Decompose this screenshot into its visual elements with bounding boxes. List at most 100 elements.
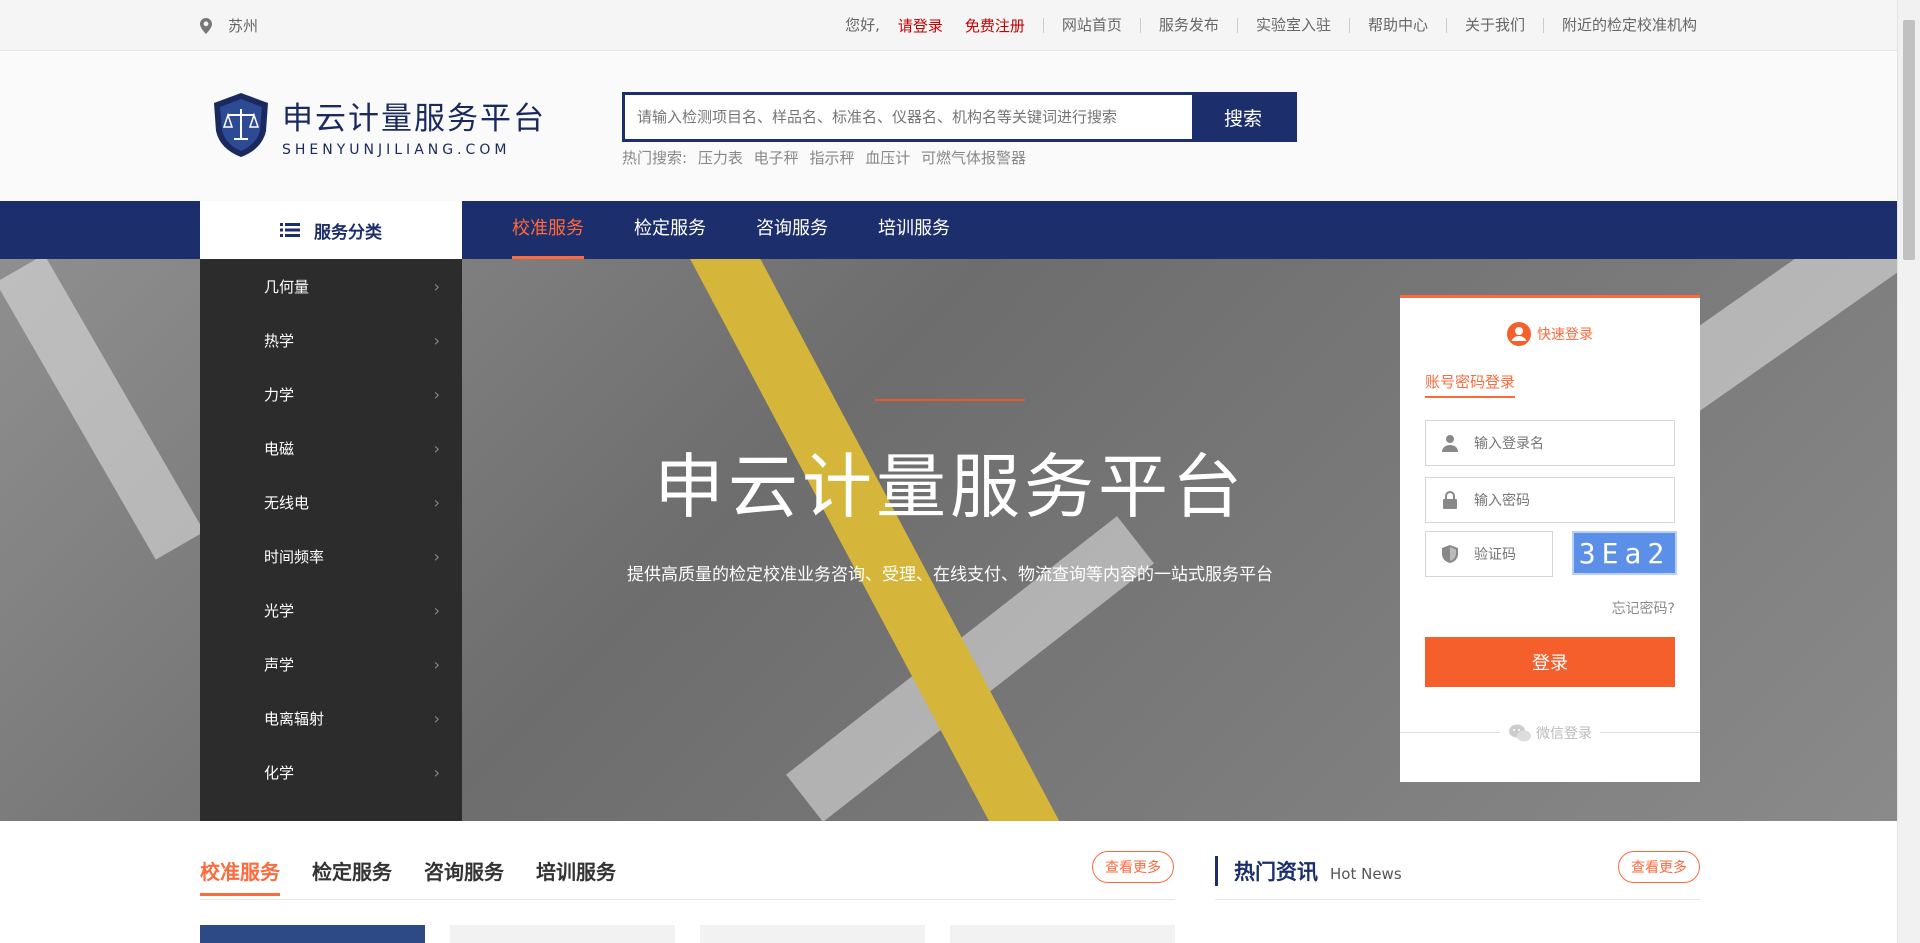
tab-calibration[interactable]: 校准服务	[512, 201, 584, 259]
banner-slogan: 申云计量服务平台 提供高质量的检定校准业务咨询、受理、在线支付、物流查询等内容的…	[600, 399, 1300, 585]
list-icon	[280, 223, 300, 237]
category-label: 化学	[264, 763, 295, 782]
service-card[interactable]	[200, 925, 425, 943]
wechat-login-link[interactable]: 微信登录	[1502, 723, 1598, 743]
news-more-button[interactable]: 查看更多	[1618, 851, 1700, 883]
wechat-login-label: 微信登录	[1536, 726, 1592, 742]
category-item[interactable]: 几何量 ›	[200, 259, 462, 313]
service-card[interactable]	[700, 925, 925, 943]
category-item[interactable]: 声学 ›	[200, 637, 462, 691]
wechat-login-row: 微信登录	[1400, 723, 1700, 743]
category-item[interactable]: 电磁 ›	[200, 421, 462, 475]
category-label: 时间频率	[264, 547, 325, 566]
tab-training-service[interactable]: 培训服务	[536, 856, 616, 896]
slogan-divider	[875, 399, 1025, 401]
hot-term[interactable]: 可燃气体报警器	[921, 149, 1026, 167]
tab-consulting-service[interactable]: 咨询服务	[424, 856, 504, 896]
tab-calibration-service[interactable]: 校准服务	[200, 856, 280, 896]
tab-verification-service[interactable]: 检定服务	[312, 856, 392, 896]
hot-label: 热门搜索:	[622, 149, 688, 167]
chevron-right-icon: ›	[433, 546, 440, 566]
news-title: 热门资讯	[1234, 860, 1318, 884]
login-link[interactable]: 请登录	[898, 15, 953, 36]
chevron-right-icon: ›	[433, 762, 440, 782]
hot-term[interactable]: 压力表	[698, 149, 743, 167]
user-icon	[1442, 435, 1458, 452]
link-nearby[interactable]: 附近的检定校准机构	[1542, 18, 1697, 33]
link-home[interactable]: 网站首页	[1042, 18, 1140, 33]
divider	[200, 899, 1175, 900]
top-bar: 苏州 您好, 请登录 免费注册 网站首页 服务发布 实验室入驻 帮助中心 关于我…	[0, 0, 1897, 51]
hot-term[interactable]: 指示秤	[809, 149, 854, 167]
captcha-image[interactable]: 3Ea2	[1572, 531, 1677, 575]
captcha-input[interactable]	[1474, 546, 1544, 562]
category-label: 几何量	[264, 277, 310, 296]
lock-icon	[1443, 491, 1457, 509]
hero-banner: 几何量 › 热学 › 力学 › 电磁 › 无线电 › 时间频率 › 光学 › 声学 › 电离辐射…	[0, 259, 1897, 821]
username-field	[1425, 420, 1675, 466]
forgot-password-link[interactable]: 忘记密码?	[1612, 598, 1675, 618]
password-input[interactable]	[1474, 492, 1654, 508]
logo[interactable]: 申云计量服务平台 SHENYUNJILIANG.COM	[210, 91, 546, 159]
category-item[interactable]: 时间频率 ›	[200, 529, 462, 583]
main-nav: 服务分类 校准服务 检定服务 咨询服务 培训服务	[0, 201, 1897, 259]
scrollbar-thumb[interactable]	[1903, 20, 1915, 260]
login-panel: 快速登录 账号密码登录 3Ea2 忘记密码? 登录 微信登录	[1400, 295, 1700, 782]
category-item[interactable]: 化学 ›	[200, 745, 462, 799]
service-card[interactable]	[950, 925, 1175, 943]
link-lab-join[interactable]: 实验室入驻	[1236, 18, 1349, 33]
services-more-button[interactable]: 查看更多	[1092, 851, 1174, 883]
category-label: 力学	[264, 385, 295, 404]
category-item[interactable]: 光学 ›	[200, 583, 462, 637]
location[interactable]: 苏州	[200, 15, 258, 36]
nav-tabs: 校准服务 检定服务 咨询服务 培训服务	[512, 201, 1000, 259]
logo-subtitle: SHENYUNJILIANG.COM	[282, 141, 511, 158]
search-input[interactable]	[625, 95, 1192, 139]
link-about[interactable]: 关于我们	[1445, 18, 1543, 33]
chevron-right-icon: ›	[433, 384, 440, 404]
category-label: 电离辐射	[264, 709, 325, 728]
banner-subtitle: 提供高质量的检定校准业务咨询、受理、在线支付、物流查询等内容的一站式服务平台	[627, 565, 1273, 585]
banner-ruler-graphic	[0, 259, 205, 560]
tab-consulting[interactable]: 咨询服务	[756, 201, 828, 259]
category-label: 电磁	[264, 439, 295, 458]
chevron-right-icon: ›	[433, 600, 440, 620]
category-list: 几何量 › 热学 › 力学 › 电磁 › 无线电 › 时间频率 › 光学 › 声学 › 电离辐射…	[200, 259, 462, 821]
user-avatar-icon	[1507, 322, 1531, 346]
category-item[interactable]: 热学 ›	[200, 313, 462, 367]
shield-icon	[1442, 545, 1458, 563]
news-title-en: Hot News	[1330, 865, 1402, 883]
divider	[1215, 899, 1700, 900]
top-links: 您好, 请登录 免费注册 网站首页 服务发布 实验室入驻 帮助中心 关于我们 附…	[845, 15, 1697, 36]
login-button[interactable]: 登录	[1425, 637, 1675, 687]
category-item[interactable]: 无线电 ›	[200, 475, 462, 529]
quick-login-title: 快速登录	[1537, 327, 1593, 343]
scrollbar[interactable]	[1897, 0, 1920, 943]
register-link[interactable]: 免费注册	[953, 15, 1043, 36]
chevron-right-icon: ›	[433, 276, 440, 296]
search-button[interactable]: 搜索	[1192, 95, 1294, 139]
divider	[1600, 732, 1700, 733]
link-publish[interactable]: 服务发布	[1139, 18, 1237, 33]
tab-verification[interactable]: 检定服务	[634, 201, 706, 259]
service-card[interactable]	[450, 925, 675, 943]
category-title: 服务分类	[314, 222, 382, 243]
search-bar: 搜索	[622, 92, 1297, 142]
hot-term[interactable]: 电子秤	[754, 149, 799, 167]
category-label: 光学	[264, 601, 295, 620]
logo-title: 申云计量服务平台	[282, 100, 546, 137]
category-item[interactable]: 电离辐射 ›	[200, 691, 462, 745]
city-label: 苏州	[228, 17, 259, 35]
link-help[interactable]: 帮助中心	[1348, 18, 1446, 33]
location-pin-icon	[200, 17, 212, 34]
username-input[interactable]	[1474, 435, 1654, 451]
category-label: 热学	[264, 331, 295, 350]
scales-shield-icon	[214, 93, 268, 157]
category-item[interactable]: 力学 ›	[200, 367, 462, 421]
tab-account-login[interactable]: 账号密码登录	[1425, 371, 1516, 398]
category-header[interactable]: 服务分类	[200, 201, 462, 259]
wechat-icon	[1509, 724, 1531, 742]
tab-training[interactable]: 培训服务	[878, 201, 950, 259]
hot-searches: 热门搜索: 压力表 电子秤 指示秤 血压计 可燃气体报警器	[622, 147, 1032, 168]
hot-term[interactable]: 血压计	[865, 149, 910, 167]
